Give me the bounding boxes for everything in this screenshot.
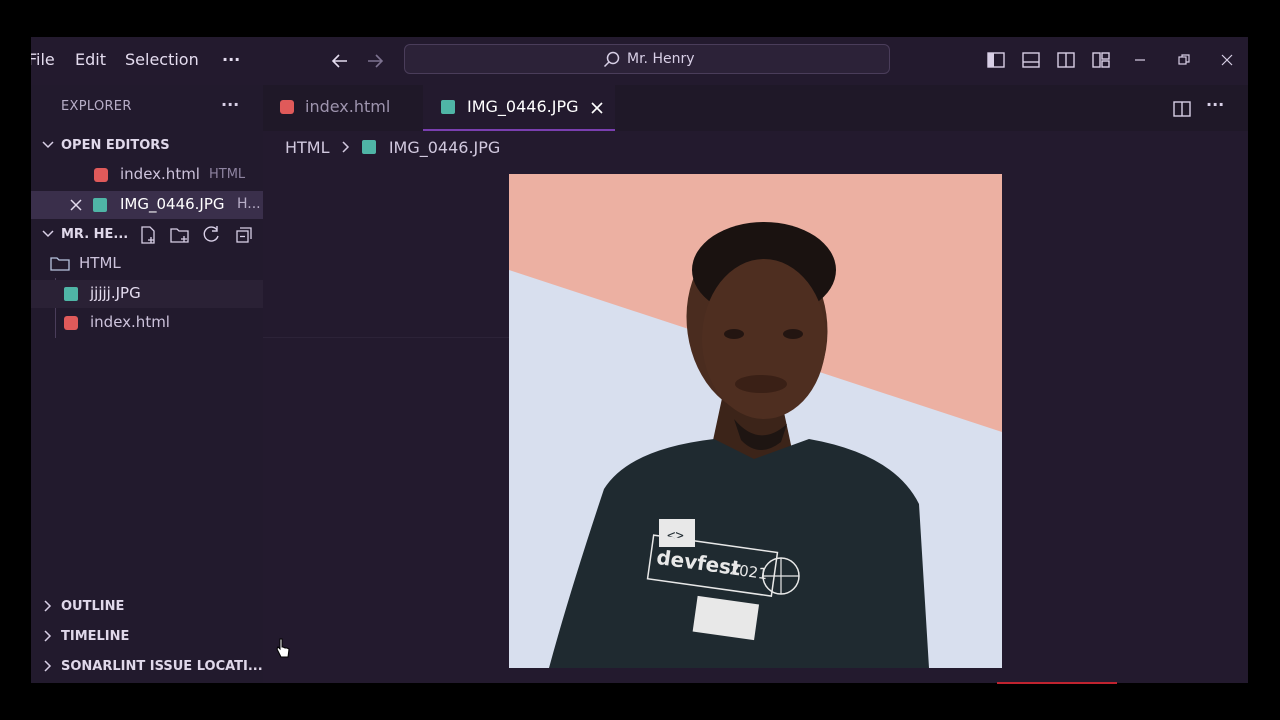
forward-arrow-icon[interactable] <box>365 51 385 71</box>
open-editor-item-index-html[interactable]: index.html HTML <box>31 161 263 189</box>
chevron-down-icon <box>42 230 54 238</box>
title-bar: File Edit Selection ··· Mr. Henry <box>31 37 1248 85</box>
menu-more-button[interactable]: ··· <box>222 50 240 69</box>
file-item-index-html[interactable]: index.html <box>31 309 263 337</box>
close-window-icon[interactable] <box>1220 50 1234 70</box>
timeline-section[interactable]: TIMELINE <box>31 623 263 651</box>
video-progress-indicator <box>997 682 1117 684</box>
customize-layout-icon[interactable] <box>1091 50 1111 70</box>
workspace-title: MR. HE... <box>61 227 129 242</box>
explorer-more-button[interactable]: ··· <box>221 95 239 114</box>
open-editor-folder-hint: HTML <box>209 167 246 182</box>
open-editors-section[interactable]: OPEN EDITORS <box>31 132 263 160</box>
close-tab-icon[interactable] <box>590 101 604 115</box>
image-file-icon <box>361 140 376 154</box>
minimize-icon[interactable] <box>1133 50 1147 70</box>
outline-title: OUTLINE <box>61 599 125 614</box>
toggle-secondary-sidebar-icon[interactable] <box>1056 50 1076 70</box>
shirt-code-text: <> <box>667 528 684 544</box>
breadcrumb-file[interactable]: IMG_0446.JPG <box>389 138 501 157</box>
menu-file[interactable]: File <box>31 50 55 69</box>
editor-more-actions-button[interactable]: ··· <box>1206 95 1224 114</box>
new-folder-icon[interactable] <box>169 225 191 245</box>
html-file-icon <box>94 168 108 182</box>
split-editor-icon[interactable] <box>1172 99 1192 119</box>
outline-section[interactable]: OUTLINE <box>31 593 263 621</box>
search-icon <box>603 51 620 68</box>
close-editor-icon[interactable] <box>69 198 83 212</box>
timeline-title: TIMELINE <box>61 629 130 644</box>
chevron-right-icon <box>44 660 52 672</box>
menu-selection[interactable]: Selection <box>125 50 199 69</box>
breadcrumb-folder[interactable]: HTML <box>285 138 330 157</box>
open-editor-filename: index.html <box>120 165 200 183</box>
chevron-right-icon <box>44 600 52 612</box>
folder-icon <box>50 257 70 271</box>
image-file-icon <box>441 100 455 114</box>
restore-icon[interactable] <box>1177 50 1191 70</box>
tab-img-0446[interactable]: IMG_0446.JPG <box>423 85 615 131</box>
folder-html[interactable]: HTML <box>31 250 263 278</box>
image-file-icon <box>93 198 107 212</box>
vscode-window: File Edit Selection ··· Mr. Henry EXPLOR… <box>31 37 1248 683</box>
breadcrumb: HTML IMG_0446.JPG <box>285 138 500 157</box>
divider <box>263 337 509 338</box>
tab-label: index.html <box>305 97 391 116</box>
file-item-jjjjj-jpg[interactable]: jjjjj.JPG <box>31 280 263 308</box>
editor-tabs: index.html IMG_0446.JPG ··· <box>263 85 1248 131</box>
file-name: index.html <box>90 313 170 331</box>
workspace-section[interactable]: MR. HE... <box>31 221 263 249</box>
toggle-primary-sidebar-icon[interactable] <box>986 50 1006 70</box>
explorer-sidebar: EXPLORER ··· OPEN EDITORS index.html HTM… <box>31 85 263 683</box>
html-file-icon <box>280 100 294 114</box>
collapse-all-icon[interactable] <box>234 225 254 245</box>
back-arrow-icon[interactable] <box>330 51 350 71</box>
tab-index-html[interactable]: index.html <box>263 85 423 131</box>
open-editor-filename: IMG_0446.JPG <box>120 195 225 213</box>
html-file-icon <box>64 316 78 330</box>
portrait-photo: <> devfest 2021 <box>509 174 1002 668</box>
refresh-icon[interactable] <box>202 225 222 245</box>
explorer-title: EXPLORER <box>61 99 132 114</box>
image-file-icon <box>64 287 78 301</box>
new-file-icon[interactable] <box>138 225 158 245</box>
hand-cursor-icon <box>276 638 290 658</box>
image-preview: <> devfest 2021 <box>509 174 1002 668</box>
menu-edit[interactable]: Edit <box>75 50 106 69</box>
command-center-search[interactable]: Mr. Henry <box>404 44 890 74</box>
open-editor-folder-hint: H... <box>237 196 261 212</box>
sonarlint-title: SONARLINT ISSUE LOCATI... <box>61 659 263 674</box>
file-name: jjjjj.JPG <box>90 284 141 302</box>
toggle-panel-icon[interactable] <box>1021 50 1041 70</box>
chevron-right-icon <box>44 630 52 642</box>
chevron-right-icon <box>342 141 349 153</box>
command-center-label: Mr. Henry <box>627 51 695 67</box>
tab-label: IMG_0446.JPG <box>467 97 579 116</box>
folder-name: HTML <box>79 254 121 272</box>
sonarlint-section[interactable]: SONARLINT ISSUE LOCATI... <box>31 653 263 681</box>
open-editor-item-img-0446[interactable]: IMG_0446.JPG H... <box>31 191 263 219</box>
chevron-down-icon <box>42 141 54 149</box>
open-editors-title: OPEN EDITORS <box>61 138 170 153</box>
